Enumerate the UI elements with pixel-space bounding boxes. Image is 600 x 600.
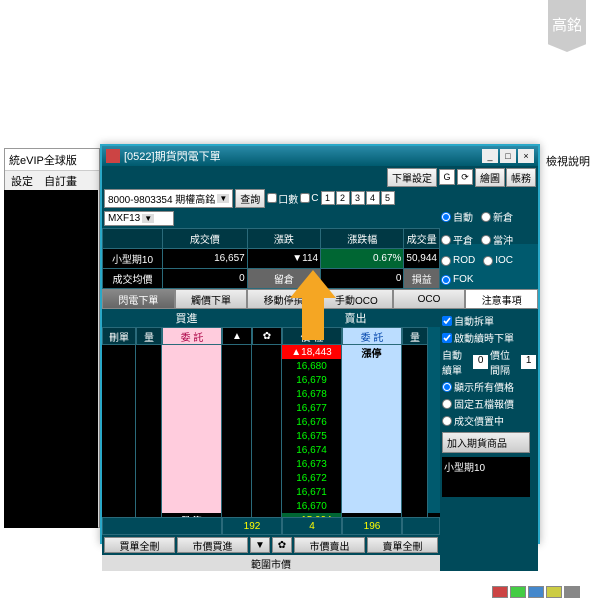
tab-trigger[interactable]: 觸價下單: [175, 289, 248, 309]
show-all-radio[interactable]: 顯示所有價格: [442, 379, 536, 394]
footer-buttons: 買單全刪 市價買進 ▼ ✿ 市價賣出 賣單全刪: [102, 535, 440, 555]
add-product-button[interactable]: 加入期貨商品: [442, 432, 530, 453]
symbol-combo[interactable]: MXF13▼: [104, 211, 174, 226]
title-bar[interactable]: [0522]期貨閃電下單 _ □ ×: [102, 146, 538, 166]
qty-check[interactable]: 口數: [267, 191, 298, 206]
center-radio[interactable]: 成交價置中: [442, 413, 536, 428]
radio-ioc[interactable]: IOC: [483, 255, 513, 266]
qty-5[interactable]: 5: [381, 191, 395, 205]
radio-close[interactable]: 平倉: [441, 232, 473, 247]
auto-split-check[interactable]: 自動拆單: [442, 313, 536, 328]
tab-lightning[interactable]: 閃電下單: [102, 289, 175, 309]
avg-row: 成交均價 0 留倉 0 損益: [103, 269, 440, 289]
radio-new[interactable]: 新倉: [481, 209, 513, 224]
bg-black-panel: [4, 190, 98, 528]
bg-menu: 設定 自訂畫面: [5, 171, 99, 191]
close-button[interactable]: ×: [518, 149, 534, 163]
qty-4[interactable]: 4: [366, 191, 380, 205]
qty-1[interactable]: 1: [321, 191, 335, 205]
account-row: 8000-9803354 期權高銘▼ 查詢 口數 C 1 2 3 4 5: [102, 188, 538, 208]
sell-header: 賣出: [271, 309, 440, 327]
radio-fok[interactable]: FOK: [441, 274, 474, 285]
buy-header: 買進: [102, 309, 271, 327]
query-button[interactable]: 查詢: [235, 189, 265, 208]
bg-window-title: 統eVIP全球版: [5, 149, 99, 171]
summary-row: 192 4 196: [102, 517, 440, 535]
radio-day[interactable]: 當沖: [481, 232, 513, 247]
menu-settings[interactable]: 設定: [11, 176, 33, 188]
tabs: 閃電下單 觸價下單 移動停損 手動OCO OCO 注意事項: [102, 289, 538, 309]
auto-cont-check[interactable]: 啟動續時下單: [442, 330, 536, 345]
order-setting-button[interactable]: 下單設定: [387, 168, 437, 187]
qty-presets: 1 2 3 4 5: [321, 191, 395, 205]
cancel-all-buy-button[interactable]: 買單全刪: [104, 537, 175, 553]
tray-icons: [492, 586, 580, 598]
center-icon[interactable]: ✿: [272, 537, 292, 553]
gear-icon[interactable]: ✿: [252, 327, 282, 345]
account-button[interactable]: 帳務: [506, 168, 536, 187]
minimize-button[interactable]: _: [482, 149, 498, 163]
maximize-button[interactable]: □: [500, 149, 516, 163]
tab-manual-oco[interactable]: 手動OCO: [320, 289, 393, 309]
account-combo[interactable]: 8000-9803354 期權高銘▼: [104, 189, 233, 208]
order-window: [0522]期貨閃電下單 _ □ × 下單設定 G ⟳ 繪圖 帳務 8000-9…: [100, 144, 540, 544]
watermark-ribbon: 高銘: [548, 0, 586, 52]
list-item[interactable]: 小型期10: [444, 459, 528, 474]
cancel-all-sell-button[interactable]: 賣單全刪: [367, 537, 438, 553]
side-panel: 自動拆單 啟動續時下單 自動續單0 價位間隔1 顯示所有價格 固定五檔報價 成交…: [440, 309, 538, 571]
qty-3[interactable]: 3: [351, 191, 365, 205]
radio-auto[interactable]: 自動: [441, 209, 473, 224]
price-ladder[interactable]: ▲18,443漲停 16,680 16,679 16,678 16,677 16…: [102, 345, 440, 517]
status-bar: 範圍市價: [102, 555, 440, 571]
qty-2[interactable]: 2: [336, 191, 350, 205]
scroll-down-icon[interactable]: ▼: [250, 537, 270, 553]
tab-notice[interactable]: 注意事項: [465, 289, 538, 309]
toolbar-icon-1[interactable]: G: [439, 169, 455, 185]
ladder-panel: 買進 賣出 刪單 量 委 託 ▲ ✿ 價 位 委 託 量 ▲18,443漲停 1…: [102, 309, 440, 571]
c-check[interactable]: C: [300, 193, 318, 204]
product-list[interactable]: 小型期10: [442, 457, 530, 497]
tab-oco[interactable]: OCO: [393, 289, 466, 309]
quote-table: 成交價 漲跌 漲跌幅 成交量 小型期10 16,657 ▼114 0.67% 5…: [102, 228, 440, 289]
symbol-row: MXF13▼: [102, 208, 440, 228]
quote-row: 小型期10 16,657 ▼114 0.67% 50,944: [103, 249, 440, 269]
market-sell-button[interactable]: 市價賣出: [294, 537, 365, 553]
toolbar: 下單設定 G ⟳ 繪圖 帳務: [102, 166, 538, 188]
app-icon: [106, 149, 120, 163]
tab-trailing[interactable]: 移動停損: [247, 289, 320, 309]
radio-rod[interactable]: ROD: [441, 255, 475, 266]
chart-button[interactable]: 繪圖: [475, 168, 505, 187]
ladder-header: 刪單 量 委 託 ▲ ✿ 價 位 委 託 量: [102, 327, 440, 345]
market-buy-button[interactable]: 市價買進: [177, 537, 248, 553]
window-title: [0522]期貨閃電下單: [124, 148, 221, 164]
fixed5-radio[interactable]: 固定五檔報價: [442, 396, 536, 411]
scroll-up-icon[interactable]: ▲: [222, 327, 252, 345]
toolbar-icon-2[interactable]: ⟳: [457, 169, 473, 185]
